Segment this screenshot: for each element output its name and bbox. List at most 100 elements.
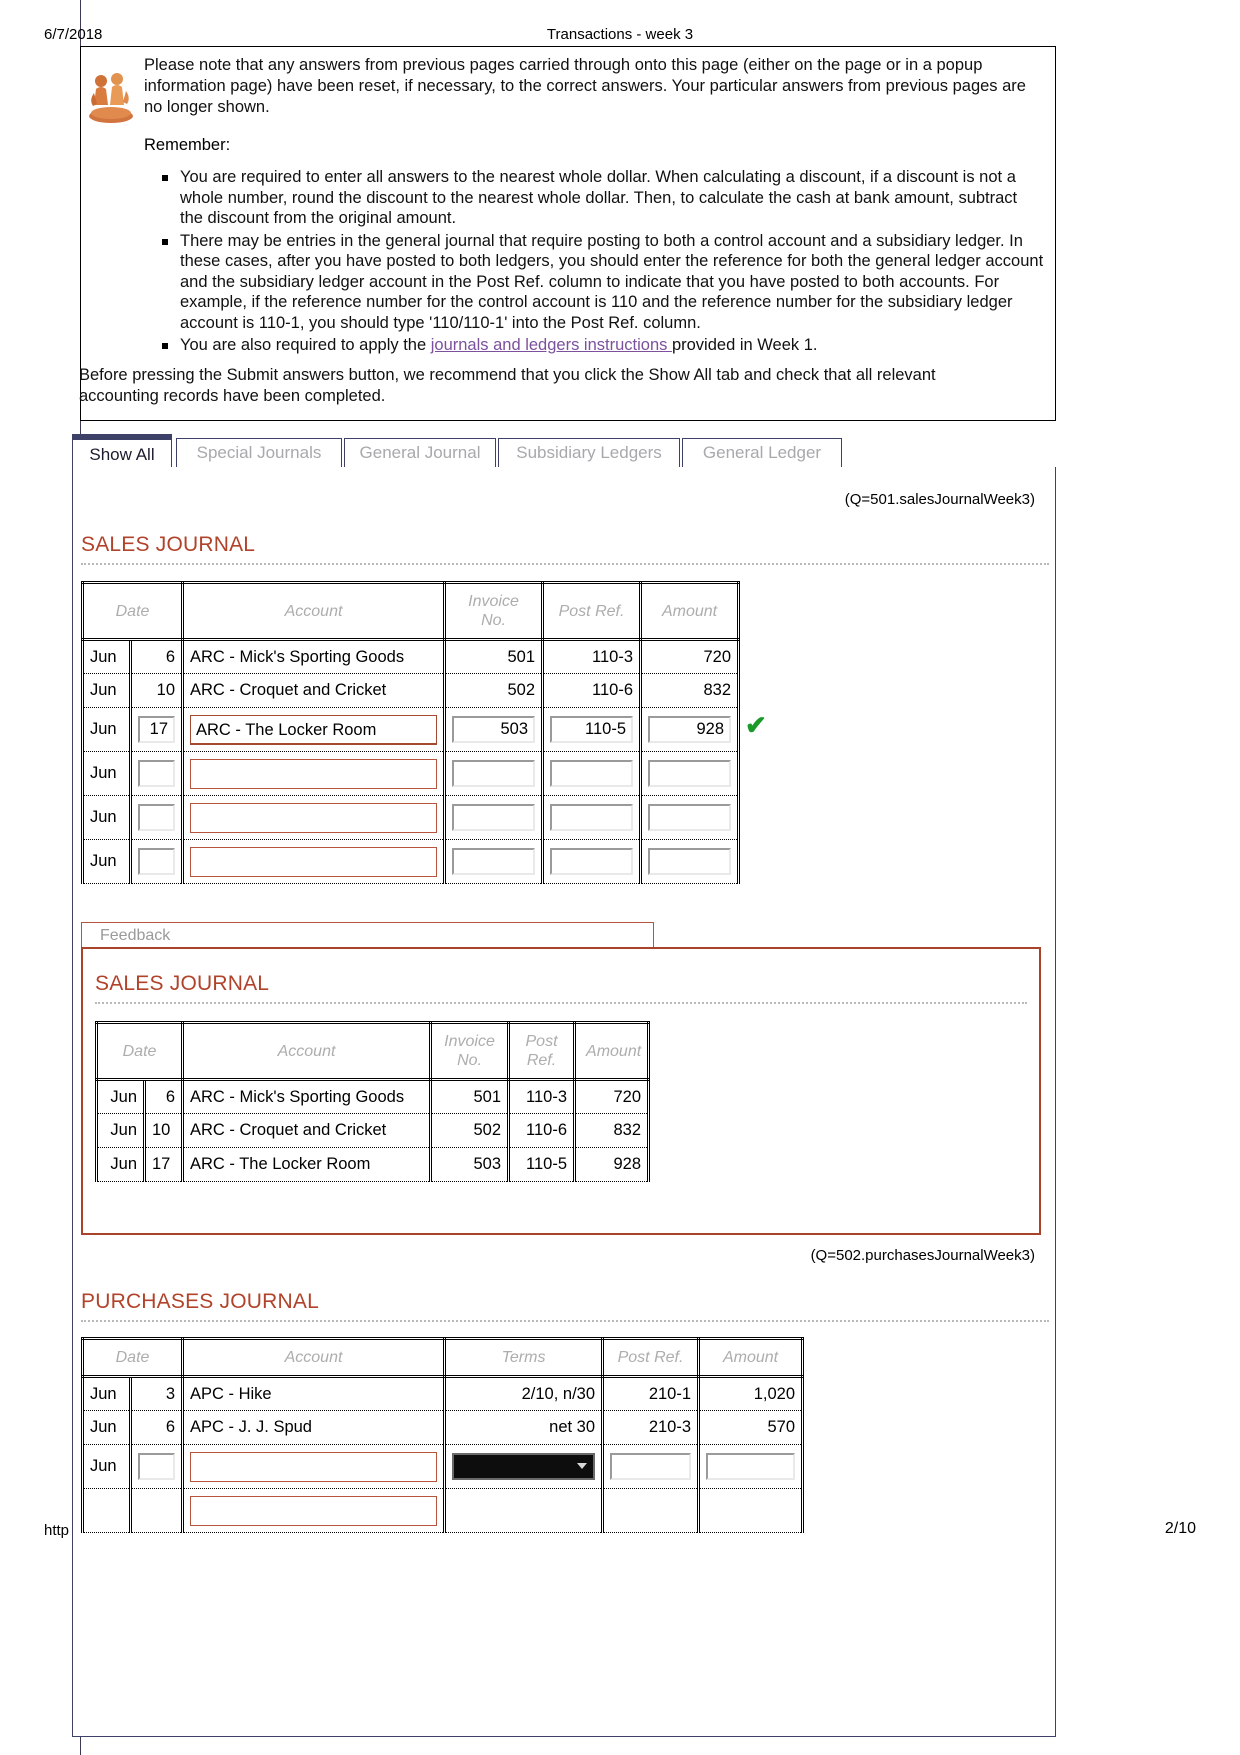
instructions-body: Please note that any answers from previo…	[144, 55, 1044, 372]
day-input[interactable]	[138, 848, 176, 875]
sales-journal-table: Date Account Invoice No. Post Ref. Amoun…	[80, 581, 741, 884]
bullet-item: You are required to enter all answers to…	[162, 167, 1044, 229]
tab-show-all[interactable]: Show All	[72, 434, 172, 468]
day-input[interactable]	[138, 1453, 176, 1480]
feedback-title-rule	[95, 1002, 1027, 1004]
table-row	[81, 1488, 805, 1533]
table-row: Jun 3 APC - Hike 2/10, n/30 210-1 1,020	[81, 1376, 805, 1411]
amount-input[interactable]	[648, 760, 732, 787]
cell-account-input-wrap	[181, 795, 447, 840]
cell-day: 6	[128, 639, 185, 674]
tab-general-journal[interactable]: General Journal	[344, 438, 496, 468]
cell-post-ref: 110-5	[507, 1147, 577, 1182]
cell-month	[81, 1488, 131, 1533]
print-title: Transactions - week 3	[546, 26, 694, 43]
post-ref-input[interactable]: 110-5	[550, 716, 634, 743]
cell-amount: 720	[573, 1079, 651, 1114]
cell-amount-input-wrap	[697, 1444, 805, 1489]
cell-invoice-input-wrap	[443, 839, 545, 884]
cell-amount-input-wrap	[639, 839, 741, 884]
cell-day-input-wrap	[128, 839, 185, 884]
amount-input[interactable]	[706, 1453, 796, 1480]
bullet3-pre: You are also required to apply the	[180, 336, 431, 354]
footer-page-number: 2/10	[1164, 1520, 1196, 1537]
cell-amount-input-wrap: 928	[639, 707, 741, 752]
account-input[interactable]	[190, 1495, 438, 1526]
cell-day-input-wrap	[128, 751, 185, 796]
amount-input[interactable]	[648, 804, 732, 831]
show-all-panel: (Q=501.salesJournalWeek3) SALES JOURNAL …	[72, 467, 1056, 1737]
cell-amount-input-wrap	[639, 795, 741, 840]
cell-amount-input-wrap	[697, 1488, 805, 1533]
cell-account: ARC - Croquet and Cricket	[181, 1113, 433, 1148]
cell-invoice-input-wrap	[443, 751, 545, 796]
cell-month: Jun	[81, 751, 131, 796]
invoice-no-input[interactable]	[452, 760, 536, 787]
post-ref-input[interactable]	[610, 1453, 692, 1480]
amount-input[interactable]: 928	[648, 716, 732, 743]
cell-month: Jun	[81, 795, 131, 840]
account-input[interactable]	[190, 846, 438, 877]
cell-account-input-wrap: ARC - The Locker Room	[181, 707, 447, 752]
tab-subsidiary-ledgers[interactable]: Subsidiary Ledgers	[498, 438, 680, 468]
post-ref-input[interactable]	[550, 760, 634, 787]
journals-and-ledgers-instructions-link[interactable]: journals and ledgers instructions	[431, 336, 672, 354]
cell-post-ref: 110-6	[541, 673, 643, 708]
post-ref-input[interactable]	[550, 804, 634, 831]
cell-day: 10	[142, 1113, 185, 1148]
cell-month: Jun	[81, 839, 131, 884]
table-header-row: Date Account Invoice No. Post Ref. Amoun…	[94, 1021, 651, 1081]
account-input[interactable]	[190, 1451, 438, 1482]
tab-general-ledger[interactable]: General Ledger	[682, 438, 842, 468]
col-header-post-ref: Post Ref.	[601, 1337, 701, 1378]
feedback-tab[interactable]: Feedback	[81, 922, 654, 948]
cell-invoice-no: 503	[429, 1147, 511, 1182]
cell-day-input-wrap: 17	[128, 707, 185, 752]
post-ref-input[interactable]	[550, 848, 634, 875]
cell-day: 10	[128, 673, 185, 708]
feedback-sales-journal-title: SALES JOURNAL	[95, 972, 270, 995]
cell-terms: 2/10, n/30	[443, 1376, 605, 1411]
account-input[interactable]	[190, 802, 438, 833]
correct-answer-tick-icon: ✔	[745, 710, 767, 740]
cell-month: Jun	[81, 1410, 131, 1445]
tab-special-journals[interactable]: Special Journals	[176, 438, 342, 468]
sales-journal-rule	[81, 563, 1049, 565]
cell-account: APC - Hike	[181, 1376, 447, 1411]
invoice-no-input[interactable]: 503	[452, 716, 536, 743]
col-header-post-ref: Post Ref.	[541, 581, 643, 641]
cell-invoice-no: 502	[443, 673, 545, 708]
table-header-row: Date Account Invoice No. Post Ref. Amoun…	[80, 581, 741, 641]
cell-post-ref: 210-3	[601, 1410, 701, 1445]
amount-input[interactable]	[648, 848, 732, 875]
cell-terms: net 30	[443, 1410, 605, 1445]
cell-invoice-input-wrap	[443, 795, 545, 840]
table-row: Jun 17 ARC - The Locker Room 503 110-5 9…	[81, 707, 741, 752]
cell-month: Jun	[81, 639, 131, 674]
cell-month: Jun	[81, 707, 131, 752]
cell-month: Jun	[95, 1079, 145, 1114]
invoice-no-input[interactable]	[452, 848, 536, 875]
cell-postref-input-wrap	[541, 839, 643, 884]
account-input[interactable]: ARC - The Locker Room	[190, 714, 438, 745]
day-input[interactable]	[138, 760, 176, 787]
terms-dropdown[interactable]	[452, 1453, 596, 1480]
cell-day: 6	[142, 1079, 185, 1114]
purchases-journal-table: Date Account Terms Post Ref. Amount Jun …	[80, 1337, 805, 1533]
day-input[interactable]	[138, 804, 176, 831]
invoice-no-input[interactable]	[452, 804, 536, 831]
table-row: Jun 10 ARC - Croquet and Cricket 502 110…	[95, 1113, 651, 1148]
sales-journal-question-id: (Q=501.salesJournalWeek3)	[844, 491, 1035, 508]
table-row: Jun 10 ARC - Croquet and Cricket 502 110…	[81, 673, 741, 708]
cell-post-ref: 210-1	[601, 1376, 701, 1411]
day-input[interactable]: 17	[138, 716, 176, 743]
col-header-date: Date	[80, 581, 185, 641]
account-input[interactable]	[190, 758, 438, 789]
col-header-terms: Terms	[443, 1337, 605, 1378]
sales-journal-title: SALES JOURNAL	[81, 533, 256, 556]
feedback-panel: SALES JOURNAL Date Account Invoice No. P…	[81, 947, 1041, 1235]
note-paragraph: Please note that any answers from previo…	[144, 56, 1026, 116]
table-row: Jun 6 ARC - Mick's Sporting Goods 501 11…	[95, 1079, 651, 1114]
cell-account: ARC - Mick's Sporting Goods	[181, 639, 447, 674]
cell-day: 6	[128, 1410, 185, 1445]
